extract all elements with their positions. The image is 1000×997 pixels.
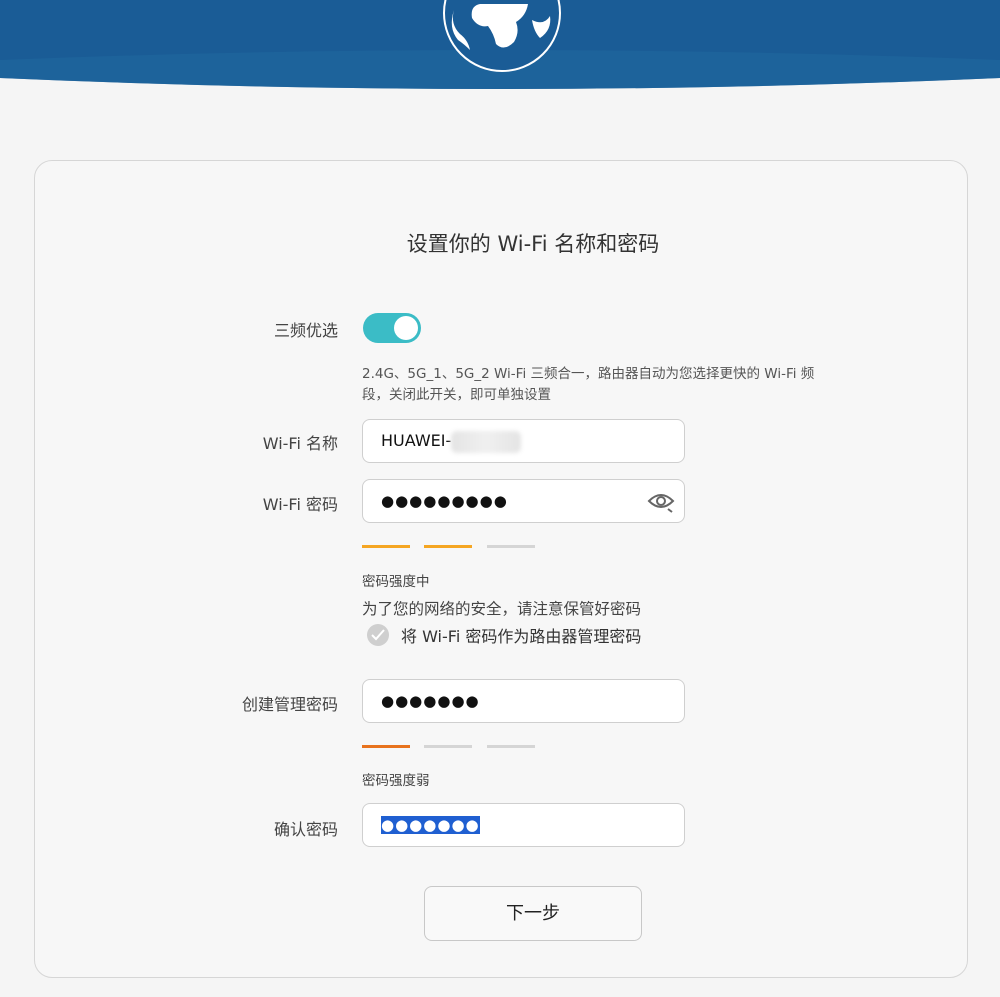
tri-band-toggle[interactable] — [363, 313, 421, 343]
wifi-strength-bar-3 — [487, 545, 535, 548]
header-banner — [0, 0, 1000, 100]
wifi-name-label: Wi-Fi 名称 — [262, 434, 338, 453]
admin-password-label: 创建管理密码 — [241, 695, 338, 714]
wifi-strength-text: 密码强度中 — [362, 574, 430, 590]
admin-password-input[interactable]: ●●●●●●● — [362, 679, 685, 723]
admin-password-value: ●●●●●●● — [381, 692, 480, 710]
admin-strength-bar-2 — [424, 745, 472, 748]
confirm-password-label: 确认密码 — [273, 820, 338, 839]
wifi-password-input[interactable]: ●●●●●●●●● — [362, 479, 685, 523]
page-title: 设置你的 Wi-Fi 名称和密码 — [406, 232, 660, 256]
tri-band-label: 三频优选 — [273, 321, 338, 340]
admin-strength-bar-3 — [487, 745, 535, 748]
tri-band-description: 2.4G、5G_1、5G_2 Wi-Fi 三频合一，路由器自动为您选择更快的 W… — [362, 366, 815, 403]
redacted-blur — [451, 430, 522, 453]
wifi-strength-bar-1 — [362, 545, 410, 548]
setup-card — [34, 160, 968, 978]
use-as-admin-label[interactable]: 将 Wi-Fi 密码作为路由器管理密码 — [401, 623, 641, 647]
use-as-admin-checkbox[interactable] — [367, 624, 389, 646]
confirm-password-input[interactable]: ●●●●●●● — [362, 803, 685, 847]
eye-hidden-icon[interactable] — [646, 489, 676, 513]
next-button[interactable]: 下一步 — [424, 886, 642, 941]
check-icon — [371, 629, 385, 641]
confirm-password-value: ●●●●●●● — [381, 816, 480, 834]
wifi-password-value: ●●●●●●●●● — [381, 492, 508, 510]
wifi-strength-bar-2 — [424, 545, 472, 548]
security-note: 为了您的网络的安全，请注意保管好密码 — [362, 600, 642, 618]
admin-strength-text: 密码强度弱 — [362, 773, 430, 789]
wifi-name-input[interactable]: HUAWEI- — [362, 419, 685, 463]
globe-icon — [443, 0, 561, 72]
toggle-knob — [394, 316, 418, 340]
wifi-name-value: HUAWEI- — [381, 431, 452, 450]
admin-strength-bar-1 — [362, 745, 410, 748]
wifi-password-label: Wi-Fi 密码 — [262, 495, 338, 514]
